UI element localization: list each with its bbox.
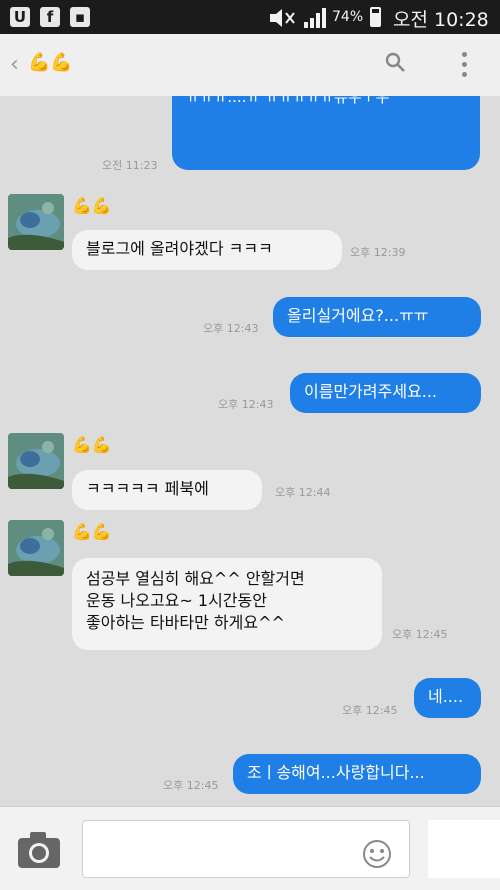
- chat-header: ‹ 💪💪: [0, 34, 500, 97]
- avatar[interactable]: [8, 433, 64, 489]
- search-icon[interactable]: [385, 52, 405, 72]
- mute-icon: [270, 9, 295, 27]
- sender-name: 💪💪: [72, 522, 112, 541]
- message-time: 오후 12:43: [203, 322, 259, 335]
- contact-name: 💪💪: [28, 52, 73, 73]
- message-time: 오후 12:43: [218, 398, 274, 411]
- battery-icon: [370, 7, 381, 27]
- outgoing-message[interactable]: 대답 늦어서 죄송해요 밥 먹고 와서 보내서 죄송해요.....선생님 진짜 …: [172, 96, 480, 170]
- clock: 오전 10:28: [393, 9, 489, 31]
- sender-name: 💪💪: [72, 196, 112, 215]
- battery-percent: 74%: [332, 9, 364, 25]
- emoticon-icon[interactable]: [362, 839, 392, 869]
- avatar-image: [8, 433, 64, 489]
- message-time: 오후 12:39: [350, 246, 406, 259]
- message-composer: [0, 806, 500, 890]
- message-input[interactable]: [82, 820, 410, 878]
- incoming-message[interactable]: ㅋㅋㅋㅋㅋ 페북에: [72, 470, 262, 510]
- facebook-icon: f: [40, 7, 60, 27]
- message-time: 오전 11:23: [102, 159, 158, 172]
- status-bar: U f ▪ 74% 오전 10:28: [0, 0, 500, 34]
- message-time: 오후 12:45: [163, 779, 219, 792]
- incoming-message[interactable]: 블로그에 올려야겠다 ㅋㅋㅋ: [72, 230, 342, 270]
- avatar-image: [8, 194, 64, 250]
- back-button[interactable]: ‹: [10, 52, 19, 77]
- image-icon: ▪: [70, 7, 90, 27]
- message-time: 오후 12:45: [342, 704, 398, 717]
- incoming-message[interactable]: 섬공부 열심히 해요^^ 안할거면 운동 나오고요~ 1시간동안 좋아하는 타바…: [72, 558, 382, 650]
- u-plus-icon: U: [10, 7, 30, 27]
- more-options-icon[interactable]: [462, 52, 468, 78]
- outgoing-message[interactable]: 네....: [414, 678, 481, 718]
- message-list[interactable]: 대답 늦어서 죄송해요 밥 먹고 와서 보내서 죄송해요.....선생님 진짜 …: [0, 96, 500, 806]
- send-button[interactable]: [428, 820, 500, 878]
- outgoing-message[interactable]: 올리실거에요?...ㅠㅠ: [273, 297, 481, 337]
- avatar[interactable]: [8, 520, 64, 576]
- sender-name: 💪💪: [72, 435, 112, 454]
- avatar[interactable]: [8, 194, 64, 250]
- message-time: 오후 12:45: [392, 628, 448, 641]
- camera-icon[interactable]: [16, 830, 62, 870]
- avatar-image: [8, 520, 64, 576]
- outgoing-message[interactable]: 이름만가려주세요...: [290, 373, 481, 413]
- signal-icon: [304, 8, 326, 28]
- message-time: 오후 12:44: [275, 486, 331, 499]
- outgoing-message[interactable]: 조ㅣ송해여...사랑합니다...: [233, 754, 481, 794]
